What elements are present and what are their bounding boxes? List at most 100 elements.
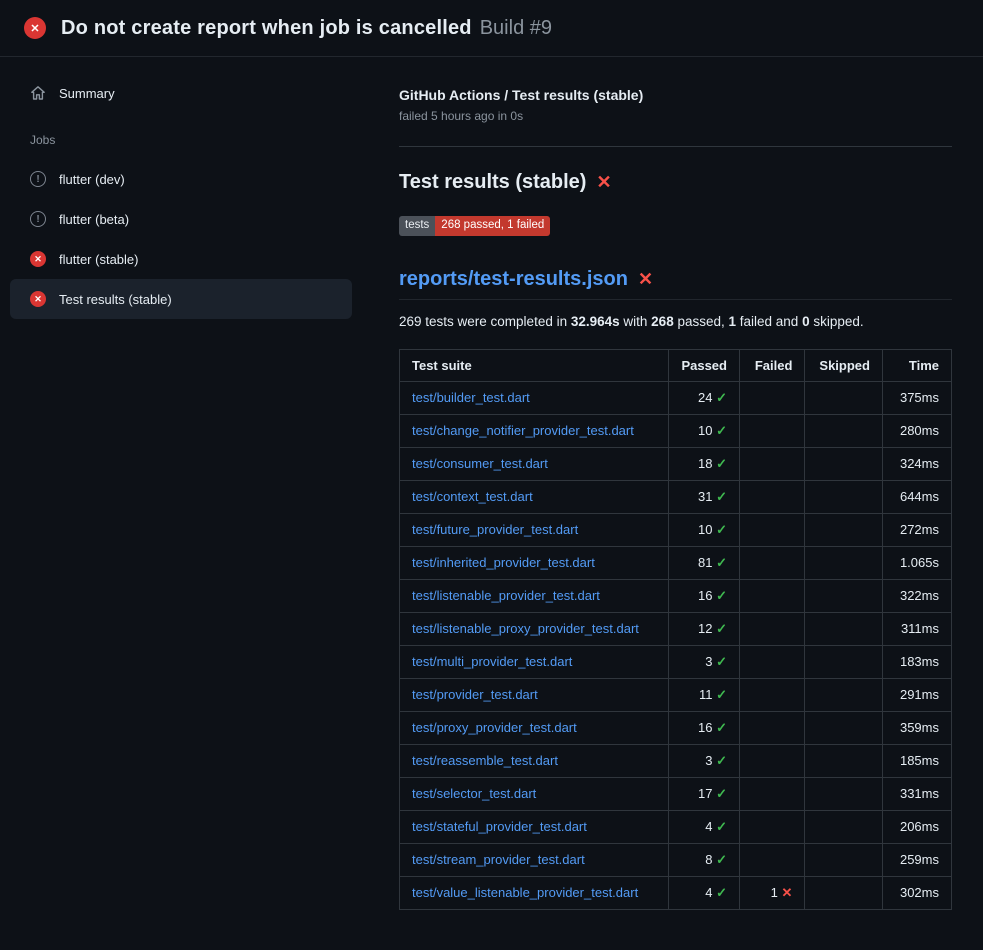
time-cell: 324ms: [882, 447, 951, 480]
failed-cell: [739, 447, 804, 480]
skipped-cell: [805, 810, 883, 843]
check-icon: ✓: [716, 885, 727, 900]
skipped-cell: [805, 711, 883, 744]
skipped-cell: [805, 414, 883, 447]
suite-cell: test/stream_provider_test.dart: [400, 843, 669, 876]
passed-cell: 10 ✓: [669, 513, 740, 546]
suite-link[interactable]: test/listenable_proxy_provider_test.dart: [412, 621, 639, 636]
summary-text-part: skipped.: [810, 314, 864, 329]
time-cell: 206ms: [882, 810, 951, 843]
summary-text-part: with: [620, 314, 652, 329]
page-layout: Summary Jobs !flutter (dev)!flutter (bet…: [0, 57, 983, 910]
sidebar-item-summary[interactable]: Summary: [10, 73, 352, 113]
time-cell: 272ms: [882, 513, 951, 546]
suite-cell: test/multi_provider_test.dart: [400, 645, 669, 678]
report-failed-x-icon: ✕: [638, 269, 653, 290]
suite-link[interactable]: test/proxy_provider_test.dart: [412, 720, 577, 735]
suite-link[interactable]: test/reassemble_test.dart: [412, 753, 558, 768]
table-row: test/inherited_provider_test.dart81 ✓1.0…: [400, 546, 952, 579]
alert-circle-icon: !: [30, 211, 46, 227]
suite-link[interactable]: test/inherited_provider_test.dart: [412, 555, 595, 570]
job-label: flutter (stable): [59, 252, 138, 267]
job-label: Test results (stable): [59, 292, 172, 307]
tests-badge: tests 268 passed, 1 failed: [399, 216, 550, 236]
suite-link[interactable]: test/provider_test.dart: [412, 687, 538, 702]
summary-text-part: failed and: [736, 314, 802, 329]
suite-link[interactable]: test/stream_provider_test.dart: [412, 852, 585, 867]
check-icon: ✓: [716, 588, 727, 603]
suite-link[interactable]: test/consumer_test.dart: [412, 456, 548, 471]
passed-cell: 4 ✓: [669, 810, 740, 843]
suite-cell: test/reassemble_test.dart: [400, 744, 669, 777]
jobs-list: !flutter (dev)!flutter (beta)✕flutter (s…: [10, 159, 352, 319]
passed-cell: 18 ✓: [669, 447, 740, 480]
passed-cell: 16 ✓: [669, 579, 740, 612]
column-header: Time: [882, 349, 951, 381]
jobs-heading: Jobs: [30, 133, 352, 147]
suite-link[interactable]: test/selector_test.dart: [412, 786, 536, 801]
passed-cell: 31 ✓: [669, 480, 740, 513]
table-row: test/value_listenable_provider_test.dart…: [400, 876, 952, 909]
time-cell: 322ms: [882, 579, 951, 612]
suite-link[interactable]: test/future_provider_test.dart: [412, 522, 578, 537]
summary-passed-count: 268: [651, 314, 674, 329]
check-icon: ✓: [716, 456, 727, 471]
table-row: test/reassemble_test.dart3 ✓185ms: [400, 744, 952, 777]
passed-cell: 16 ✓: [669, 711, 740, 744]
failed-cell: [739, 843, 804, 876]
check-icon: ✓: [716, 852, 727, 867]
sidebar-item-job[interactable]: ✕Test results (stable): [10, 279, 352, 319]
suite-cell: test/change_notifier_provider_test.dart: [400, 414, 669, 447]
summary-failed-count: 1: [729, 314, 737, 329]
sidebar-item-job[interactable]: ✕flutter (stable): [10, 239, 352, 279]
suite-link[interactable]: test/context_test.dart: [412, 489, 533, 504]
check-icon: ✓: [716, 786, 727, 801]
skipped-cell: [805, 777, 883, 810]
time-cell: 644ms: [882, 480, 951, 513]
time-cell: 291ms: [882, 678, 951, 711]
check-icon: ✓: [716, 720, 727, 735]
divider: [399, 146, 952, 147]
suite-cell: test/value_listenable_provider_test.dart: [400, 876, 669, 909]
skipped-cell: [805, 546, 883, 579]
check-icon: ✓: [716, 687, 727, 702]
passed-cell: 24 ✓: [669, 381, 740, 414]
skipped-cell: [805, 513, 883, 546]
suite-link[interactable]: test/change_notifier_provider_test.dart: [412, 423, 634, 438]
table-row: test/future_provider_test.dart 10 ✓ 272ms: [400, 513, 952, 546]
build-title: Do not create report when job is cancell…: [61, 17, 472, 40]
sidebar-item-job[interactable]: !flutter (dev): [10, 159, 352, 199]
suite-link[interactable]: test/listenable_provider_test.dart: [412, 588, 600, 603]
table-row: test/stateful_provider_test.dart 4 ✓ 206ms: [400, 810, 952, 843]
column-header: Test suite: [400, 349, 669, 381]
passed-cell: 3 ✓: [669, 744, 740, 777]
skipped-cell: [805, 612, 883, 645]
report-link[interactable]: reports/test-results.json: [399, 268, 628, 291]
time-cell: 1.065s: [882, 546, 951, 579]
table-row: test/provider_test.dart11 ✓291ms: [400, 678, 952, 711]
suite-link[interactable]: test/value_listenable_provider_test.dart: [412, 885, 638, 900]
check-icon: ✓: [716, 753, 727, 768]
suite-link[interactable]: test/stateful_provider_test.dart: [412, 819, 587, 834]
column-header: Failed: [739, 349, 804, 381]
sidebar-item-job[interactable]: !flutter (beta): [10, 199, 352, 239]
passed-cell: 3 ✓: [669, 645, 740, 678]
failed-cell: 1 ✕: [739, 876, 804, 909]
failed-cell: [739, 612, 804, 645]
suite-cell: test/consumer_test.dart: [400, 447, 669, 480]
table-row: test/stream_provider_test.dart8 ✓259ms: [400, 843, 952, 876]
skipped-cell: [805, 447, 883, 480]
suite-cell: test/builder_test.dart: [400, 381, 669, 414]
badge-label: tests: [399, 216, 435, 236]
summary-sentence: 269 tests were completed in 32.964s with…: [399, 314, 952, 329]
suite-link[interactable]: test/multi_provider_test.dart: [412, 654, 572, 669]
passed-cell: 4 ✓: [669, 876, 740, 909]
column-header: Passed: [669, 349, 740, 381]
suite-cell: test/listenable_proxy_provider_test.dart: [400, 612, 669, 645]
table-row: test/context_test.dart 31 ✓ 644ms: [400, 480, 952, 513]
skipped-cell: [805, 480, 883, 513]
time-cell: 183ms: [882, 645, 951, 678]
time-cell: 331ms: [882, 777, 951, 810]
failed-cell: [739, 579, 804, 612]
suite-link[interactable]: test/builder_test.dart: [412, 390, 530, 405]
